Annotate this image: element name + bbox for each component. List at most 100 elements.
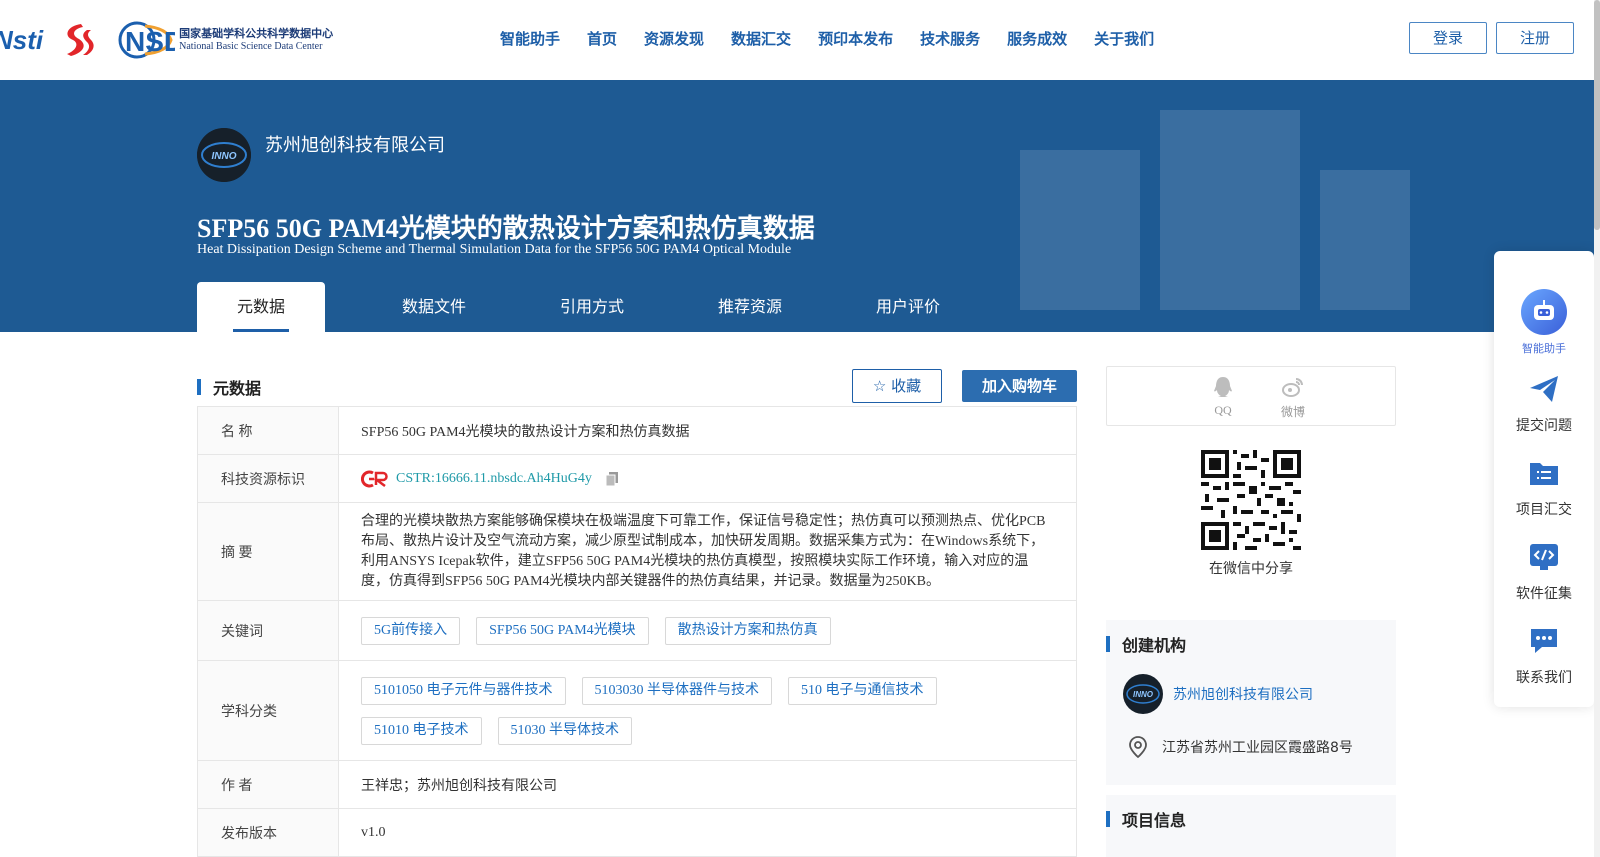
org-name[interactable]: 苏州旭创科技有限公司 [265, 131, 445, 157]
nav-tech-service[interactable]: 技术服务 [920, 28, 980, 49]
tab-reviews[interactable]: 用户评价 [829, 282, 987, 332]
qq-icon [1214, 377, 1232, 397]
svg-text:NSDC: NSDC [125, 26, 175, 57]
float-assistant[interactable]: 智能助手 [1494, 288, 1594, 356]
dataset-title-en: Heat Dissipation Design Scheme and Therm… [197, 242, 792, 257]
top-header: Nsti NSDC 国家基础学科公共科学数据中心 National Basic … [0, 0, 1600, 80]
institution-title: 创建机构 [1122, 636, 1187, 655]
section-bar [1106, 636, 1110, 652]
keyword-tag[interactable]: 散热设计方案和热仿真 [664, 616, 831, 645]
metadata-section-title: 元数据 [213, 379, 262, 398]
institution-avatar: INNO [1123, 674, 1163, 714]
nsdc-cn-name: 国家基础学科公共科学数据中心 [179, 27, 334, 41]
robot-assistant-icon [1521, 289, 1567, 335]
table-row: 作 者 王祥忠；苏州旭创科技有限公司 [198, 761, 1076, 809]
register-button[interactable]: 注册 [1496, 22, 1574, 54]
banner-decoration-icon [1020, 110, 1410, 310]
wechat-share-label: 在微信中分享 [1209, 561, 1293, 577]
metadata-section-header: 元数据 [197, 375, 261, 399]
author-value: 王祥忠；苏州旭创科技有限公司 [361, 778, 557, 794]
float-contact-us[interactable]: 联系我们 [1494, 625, 1594, 687]
detail-tabs: 元数据 数据文件 引用方式 推荐资源 用户评价 [197, 282, 987, 332]
cstr-link[interactable]: CSTR:16666.11.nbsdc.Ah4HuG4y [361, 470, 592, 488]
name-label: 名 称 [198, 407, 339, 454]
favorite-button[interactable]: ☆ 收藏 [852, 369, 942, 403]
institution-panel: 创建机构 INNO 苏州旭创科技有限公司 江苏省苏州工业园区霞盛路8号 [1106, 620, 1396, 785]
institution-name[interactable]: 苏州旭创科技有限公司 [1173, 684, 1313, 704]
subject-tag[interactable]: 51010 电子技术 [361, 716, 482, 745]
location-pin-icon [1129, 736, 1147, 758]
section-bar [1106, 811, 1110, 827]
tab-metadata[interactable]: 元数据 [197, 282, 325, 332]
float-project-submit[interactable]: 项目汇交 [1494, 457, 1594, 519]
red-s-logo-icon[interactable] [57, 22, 97, 58]
keyword-tag[interactable]: 5G前传接入 [361, 616, 461, 645]
login-button[interactable]: 登录 [1409, 22, 1487, 54]
folder-list-icon [1530, 463, 1558, 485]
floating-toolbar: 智能助手 提交问题 项目汇交 软件征集 联系我们 [1494, 251, 1594, 707]
share-weibo[interactable]: 微博 [1273, 375, 1313, 420]
scrollbar-thumb[interactable] [1594, 0, 1600, 230]
table-row: 学科分类 5101050 电子元件与器件技术 5103030 半导体器件与技术 … [198, 661, 1076, 761]
table-row: 关键词 5G前传接入 SFP56 50G PAM4光模块 散热设计方案和热仿真 [198, 601, 1076, 661]
abstract-value: 合理的光模块散热方案能够确保模块在极端温度下可靠工作，保证信号稳定性；热仿真可以… [361, 513, 1046, 589]
author-label: 作 者 [198, 761, 339, 808]
subject-tag[interactable]: 51030 半导体技术 [497, 716, 632, 745]
share-box: QQ 微博 [1106, 366, 1396, 426]
nav-preprint[interactable]: 预印本发布 [818, 28, 893, 49]
main-nav: 智能助手 首页 资源发现 数据汇交 预印本发布 技术服务 服务成效 关于我们 [500, 28, 1181, 49]
cstr-logo-icon [361, 470, 388, 487]
id-label: 科技资源标识 [198, 455, 339, 502]
weibo-icon [1282, 378, 1303, 397]
page-scrollbar[interactable] [1594, 0, 1600, 857]
institution-address: 江苏省苏州工业园区霞盛路8号 [1162, 740, 1353, 756]
nav-discover[interactable]: 资源发现 [644, 28, 704, 49]
nav-assistant[interactable]: 智能助手 [500, 28, 560, 49]
table-row: 发布版本 v1.0 [198, 809, 1076, 857]
star-icon: ☆ [872, 377, 887, 395]
subject-tag[interactable]: 5101050 电子元件与器件技术 [361, 676, 566, 705]
paper-plane-icon [1530, 376, 1558, 402]
keyword-tag[interactable]: SFP56 50G PAM4光模块 [476, 616, 649, 645]
org-avatar: INNO [197, 128, 251, 182]
share-qq[interactable]: QQ [1203, 375, 1243, 418]
nav-achievements[interactable]: 服务成效 [1007, 28, 1067, 49]
metadata-table: 名 称 SFP56 50G PAM4光模块的散热设计方案和热仿真数据 科技资源标… [197, 406, 1077, 857]
subject-tag[interactable]: 5103030 半导体器件与技术 [581, 676, 772, 705]
dataset-title-cn: SFP56 50G PAM4光模块的散热设计方案和热仿真数据 [197, 214, 815, 243]
name-value: SFP56 50G PAM4光模块的散热设计方案和热仿真数据 [361, 424, 690, 440]
float-submit-question[interactable]: 提交问题 [1494, 373, 1594, 435]
subject-label: 学科分类 [198, 661, 339, 760]
add-to-cart-button[interactable]: 加入购物车 [962, 370, 1077, 402]
svg-text:INNO: INNO [1133, 690, 1154, 699]
project-title: 项目信息 [1122, 811, 1187, 830]
abstract-label: 摘 要 [198, 503, 339, 600]
copy-icon[interactable] [604, 471, 620, 487]
logo-group: Nsti NSDC 国家基础学科公共科学数据中心 National Basic … [0, 20, 333, 60]
svg-text:INNO: INNO [212, 151, 237, 162]
nsdc-emblem-icon: NSDC [118, 21, 175, 59]
version-label: 发布版本 [198, 809, 339, 856]
code-icon [1530, 544, 1558, 570]
nav-data-submit[interactable]: 数据汇交 [731, 28, 791, 49]
nav-home[interactable]: 首页 [587, 28, 617, 49]
wechat-qr-code-icon [1201, 450, 1301, 550]
table-row: 名 称 SFP56 50G PAM4光模块的散热设计方案和热仿真数据 [198, 407, 1076, 455]
tab-data-files[interactable]: 数据文件 [355, 282, 513, 332]
tab-citation[interactable]: 引用方式 [513, 282, 671, 332]
nsdc-en-name: National Basic Science Data Center [179, 40, 323, 52]
tab-recommend[interactable]: 推荐资源 [671, 282, 829, 332]
subject-tag[interactable]: 510 电子与通信技术 [788, 676, 937, 705]
float-software-collect[interactable]: 软件征集 [1494, 541, 1594, 603]
nsti-logo[interactable]: Nsti [0, 25, 43, 56]
nav-about[interactable]: 关于我们 [1094, 28, 1154, 49]
version-value: v1.0 [361, 824, 386, 840]
dataset-banner: INNO 苏州旭创科技有限公司 SFP56 50G PAM4光模块的散热设计方案… [0, 80, 1600, 332]
nsdc-logo[interactable]: NSDC 国家基础学科公共科学数据中心 National Basic Scien… [115, 20, 333, 60]
table-row: 摘 要 合理的光模块散热方案能够确保模块在极端温度下可靠工作，保证信号稳定性；热… [198, 503, 1076, 601]
section-bar [197, 379, 201, 395]
keywords-label: 关键词 [198, 601, 339, 660]
project-panel: 项目信息 [1106, 795, 1396, 857]
chat-bubble-icon [1531, 629, 1557, 653]
table-row: 科技资源标识 CSTR:16666.11.nbsdc.Ah4HuG4y [198, 455, 1076, 503]
